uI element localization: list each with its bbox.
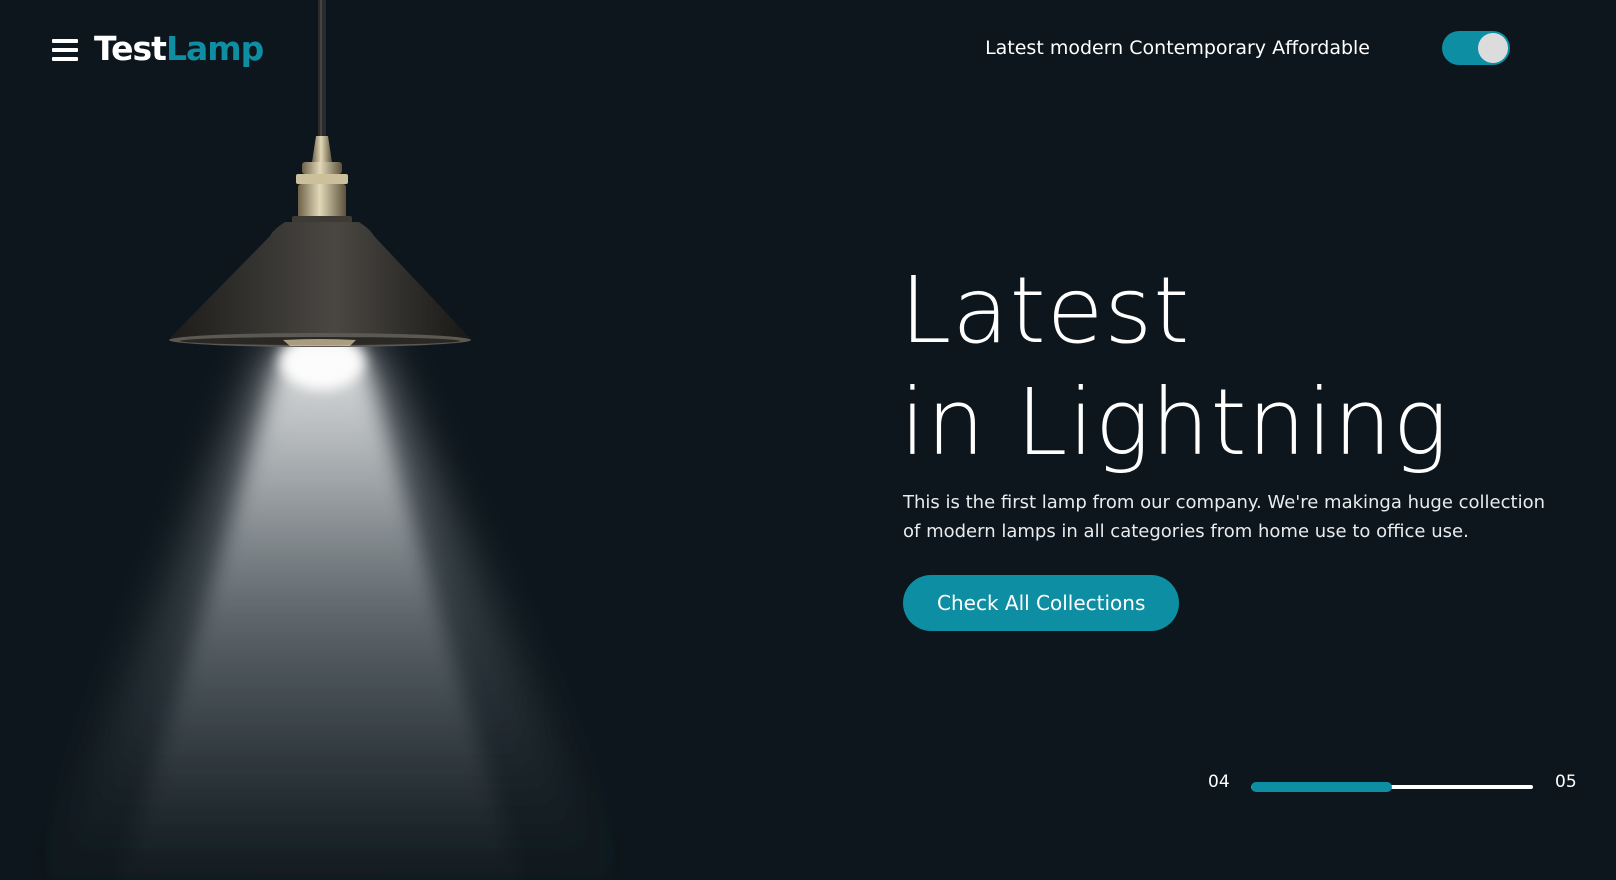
logo-text-primary: Test [94, 29, 167, 68]
hero-title: Latest in Lightning [900, 255, 1449, 479]
brand-logo[interactable]: TestLamp [94, 27, 264, 71]
hero-page: TestLamp Latest modern Contemporary Affo… [0, 0, 1616, 880]
hero-description: This is the first lamp from our company.… [903, 492, 1546, 542]
check-all-collections-button[interactable]: Check All Collections [903, 575, 1180, 631]
slide-current-number: 04 [1208, 772, 1230, 792]
menu-bar [52, 48, 78, 52]
header-tagline: Latest modern Contemporary Affordable [985, 37, 1370, 59]
slide-progress-bar[interactable] [1251, 782, 1533, 792]
toggle-knob [1478, 33, 1508, 63]
pendant-lamp-image [40, 0, 620, 880]
logo-text-accent: Lamp [165, 29, 264, 68]
menu-bar [52, 57, 78, 61]
hero-title-line-1: Latest [900, 257, 1191, 364]
hamburger-menu-icon[interactable] [52, 38, 78, 62]
hero-title-line-2: in Lightning [900, 369, 1449, 476]
slide-progress-fill [1251, 782, 1392, 792]
slide-total-number: 05 [1555, 772, 1577, 792]
menu-bar [52, 39, 78, 43]
theme-toggle[interactable] [1442, 31, 1510, 65]
